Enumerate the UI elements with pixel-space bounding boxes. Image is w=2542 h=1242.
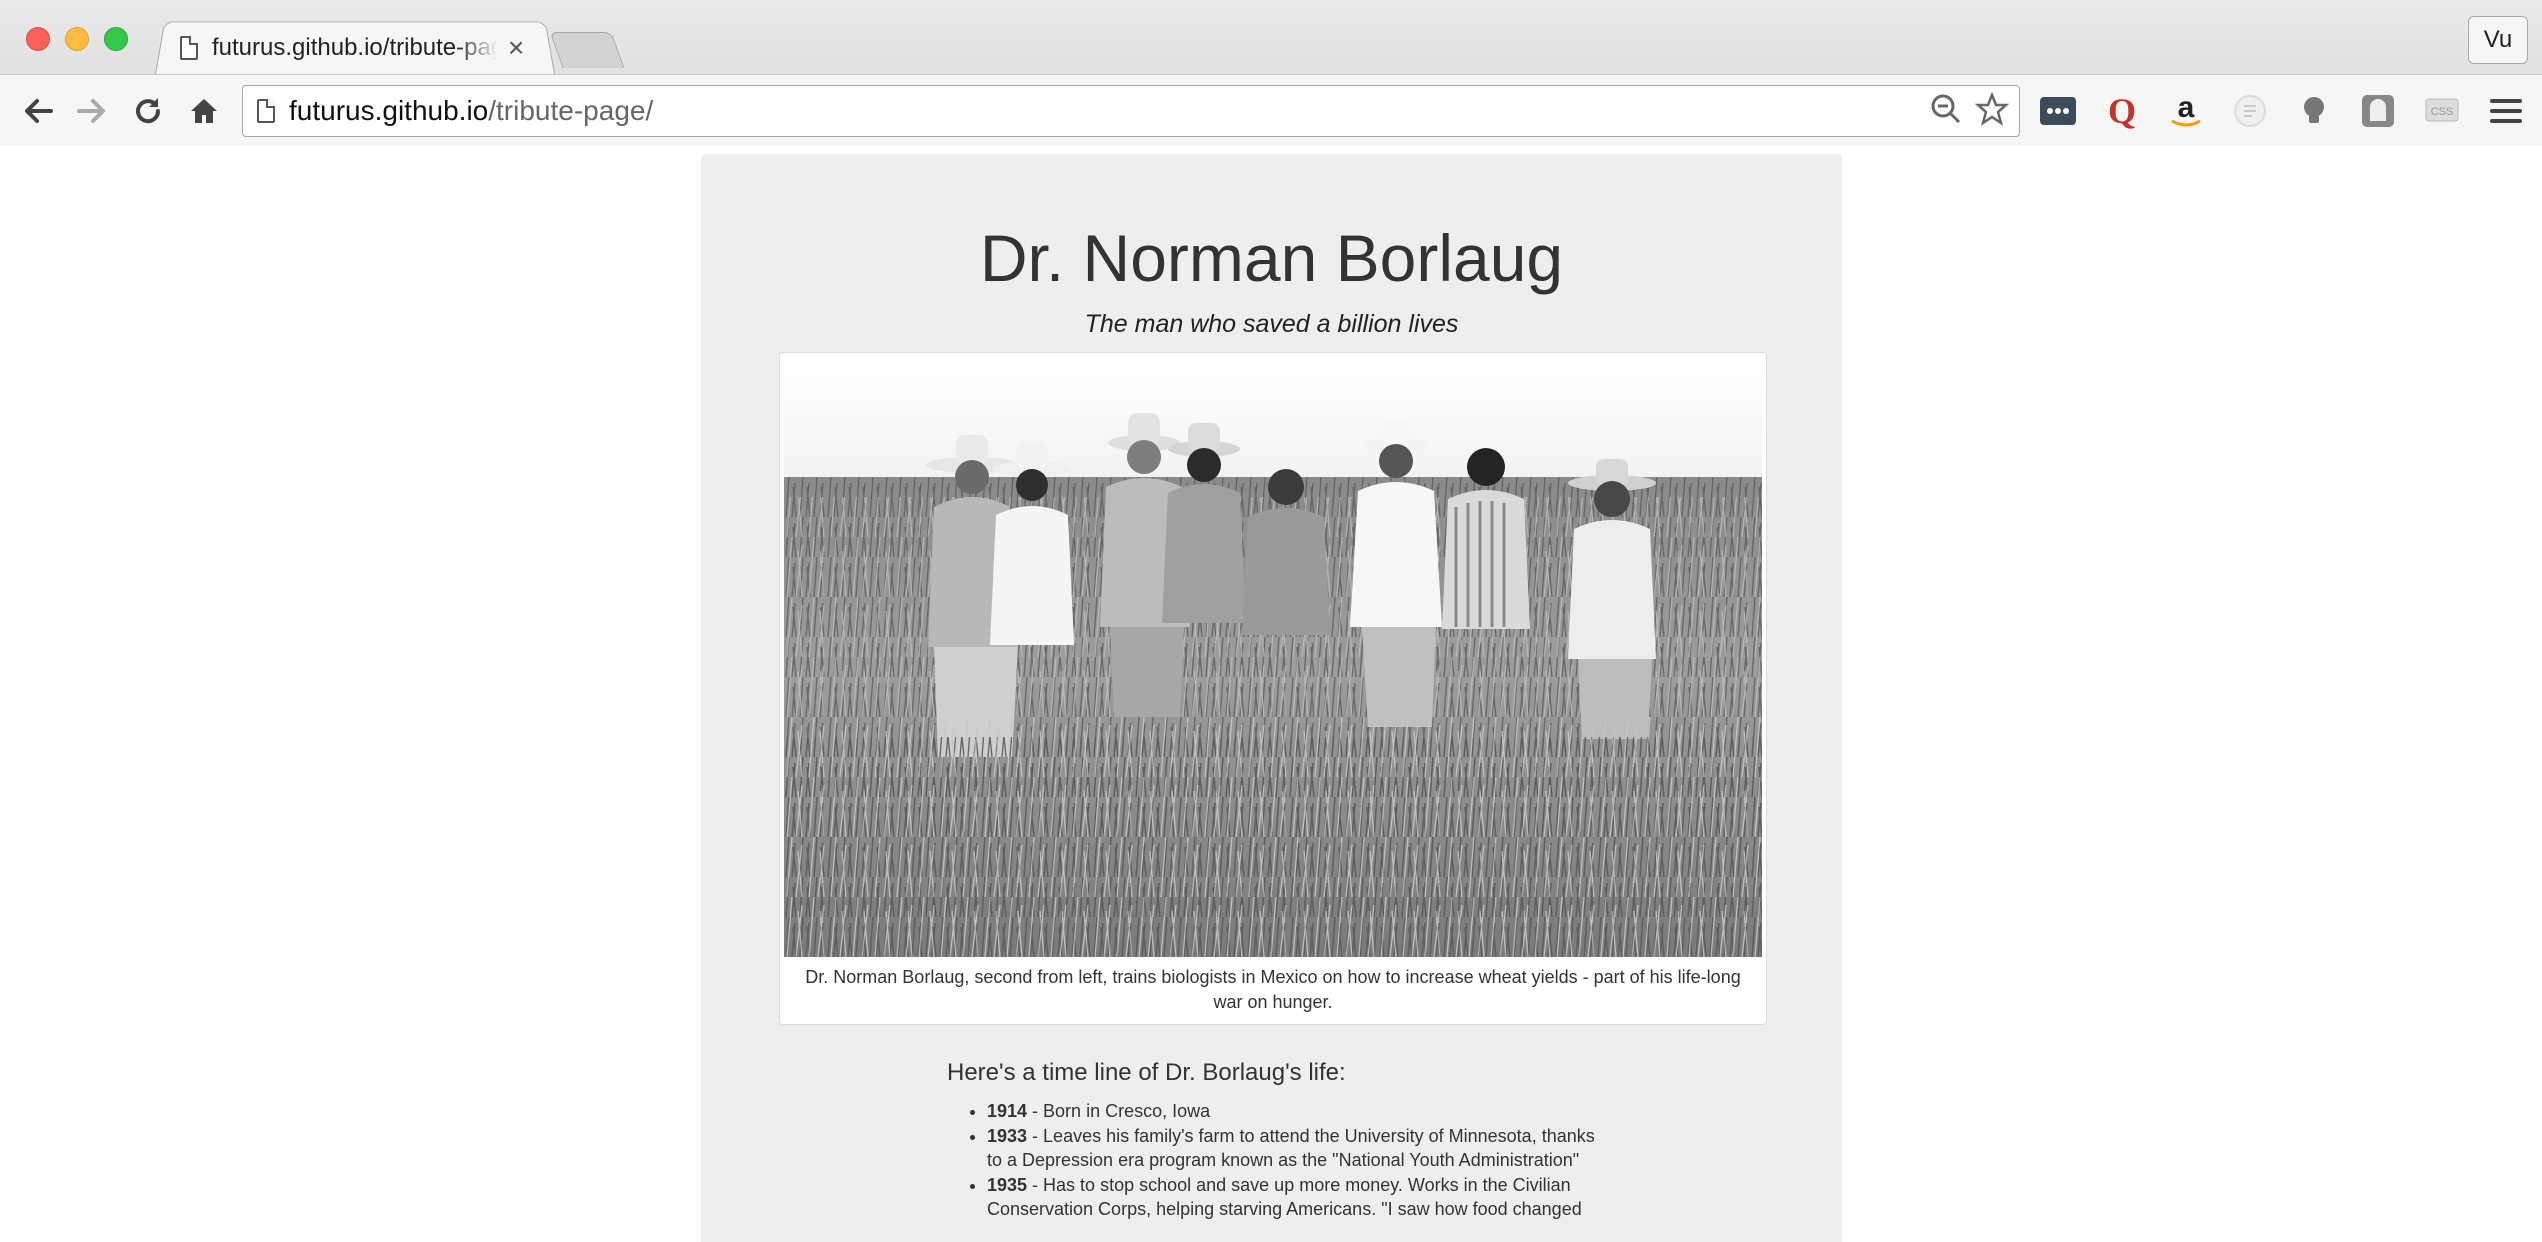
timeline-section: Here's a time line of Dr. Borlaug's life… — [947, 1059, 1607, 1222]
new-tab-button[interactable] — [549, 32, 625, 68]
bookmark-star-icon[interactable] — [1974, 91, 2010, 131]
close-window-button[interactable] — [26, 27, 50, 51]
amazon-icon[interactable]: a — [2166, 91, 2206, 131]
borlaug-photo — [784, 357, 1762, 957]
active-tab-content[interactable]: futurus.github.io/tribute-page/ × — [180, 24, 550, 72]
page-title: Dr. Norman Borlaug — [979, 221, 1564, 295]
browser-chrome: futurus.github.io/tribute-page/ × Vu fut… — [0, 0, 2542, 146]
zoom-window-button[interactable] — [104, 27, 128, 51]
url-path: /tribute-page/ — [488, 95, 654, 126]
main-container: Dr. Norman Borlaug The man who saved a b… — [701, 154, 1842, 1242]
timeline-item: 1933 - Leaves his family's farm to atten… — [987, 1124, 1607, 1172]
timeline-list: 1914 - Born in Cresco, Iowa 1933 - Leave… — [987, 1099, 1607, 1221]
timeline-year: 1914 — [987, 1101, 1028, 1121]
timeline-year: 1935 — [987, 1175, 1028, 1195]
ghostery-icon[interactable] — [2358, 91, 2398, 131]
toolbar: futurus.github.io /tribute-page/ Q a CSS — [0, 74, 2542, 146]
home-icon[interactable] — [182, 89, 226, 133]
omnibox-actions — [1929, 91, 2010, 131]
svg-text:Q: Q — [2108, 91, 2136, 131]
reader-icon[interactable] — [2230, 91, 2270, 131]
lightbulb-icon[interactable] — [2294, 91, 2334, 131]
image-thumbnail: Dr. Norman Borlaug, second from left, tr… — [779, 352, 1767, 1025]
menu-icon[interactable] — [2486, 91, 2526, 131]
timeline-text: - Born in Cresco, Iowa — [1027, 1101, 1211, 1121]
timeline-heading: Here's a time line of Dr. Borlaug's life… — [947, 1059, 1346, 1086]
quora-icon[interactable]: Q — [2102, 91, 2142, 131]
tab-close-icon[interactable]: × — [508, 34, 524, 62]
page-subtitle: The man who saved a billion lives — [1084, 310, 1459, 338]
url-host: futurus.github.io — [289, 95, 489, 126]
minimize-window-button[interactable] — [65, 27, 89, 51]
back-icon[interactable] — [16, 89, 60, 133]
page-info-icon[interactable] — [257, 99, 275, 123]
password-manager-icon[interactable] — [2038, 91, 2078, 131]
tab-title: futurus.github.io/tribute-page/ — [212, 34, 498, 61]
svg-text:CSS: CSS — [2431, 106, 2454, 118]
forward-icon[interactable] — [70, 89, 114, 133]
tab-strip: futurus.github.io/tribute-page/ × Vu — [0, 0, 2542, 74]
profile-name: Vu — [2483, 26, 2513, 53]
reload-icon[interactable] — [126, 89, 170, 133]
timeline-item: 1935 - Has to stop school and save up mo… — [987, 1173, 1607, 1221]
timeline-text: - Has to stop school and save up more mo… — [987, 1175, 1582, 1219]
timeline-text: - Leaves his family's farm to attend the… — [987, 1126, 1595, 1170]
css-viewer-icon[interactable]: CSS — [2422, 91, 2462, 131]
profile-button[interactable]: Vu — [2468, 16, 2528, 64]
zoom-icon[interactable] — [1929, 92, 1963, 131]
timeline-item: 1914 - Born in Cresco, Iowa — [987, 1099, 1607, 1123]
page-icon — [180, 36, 198, 60]
timeline-year: 1933 — [987, 1126, 1028, 1146]
image-caption: Dr. Norman Borlaug, second from left, tr… — [805, 967, 1741, 1012]
address-bar[interactable]: futurus.github.io /tribute-page/ — [242, 85, 2020, 137]
page-viewport: Dr. Norman Borlaug The man who saved a b… — [0, 147, 2542, 1242]
svg-text:a: a — [2178, 91, 2195, 124]
